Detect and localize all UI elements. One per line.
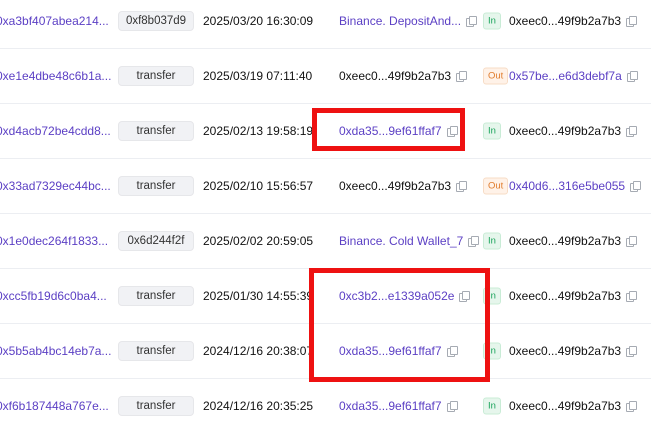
method-badge: transfer [118,120,194,141]
transactions-table: 0xa3bf407abea214... 0xf8b037d9 2025/03/2… [0,0,651,421]
copy-icon[interactable] [446,400,458,412]
table-row: 0xd4acb72be4cdd8... transfer 2025/02/13 … [0,103,651,159]
direction-badge: In [483,287,501,304]
table-row: 0xa3bf407abea214... 0xf8b037d9 2025/03/2… [0,0,651,49]
tx-hash-link[interactable]: 0x5b5ab4bc14eb7a... [0,344,111,358]
to-address: 0xeec0...49f9b2a7b3 [509,288,638,303]
method-badge: 0xf8b037d9 [118,10,194,31]
from-address: Binance. DepositAnd... [339,14,478,28]
to-address: 0xeec0...49f9b2a7b3 [509,398,638,413]
copy-icon[interactable] [626,290,638,302]
copy-icon[interactable] [446,345,458,357]
tx-date: 2025/02/02 20:59:05 [203,233,314,248]
copy-icon[interactable] [446,125,458,137]
direction-badge: In [483,342,501,359]
to-address: 0x40d6...316e5be055 [509,179,642,193]
from-address: 0xda35...9ef61ffaf7 [339,344,458,358]
to-address: 0xeec0...49f9b2a7b3 [509,13,638,28]
to-address-text: 0xeec0...49f9b2a7b3 [509,233,622,248]
from-address-text: 0xeec0...49f9b2a7b3 [339,68,452,83]
method-badge: transfer [118,395,194,416]
copy-icon[interactable] [466,15,478,27]
copy-icon[interactable] [468,235,480,247]
copy-icon[interactable] [456,70,468,82]
copy-icon[interactable] [626,235,638,247]
method-badge: 0x6d244f2f [118,230,194,251]
from-address: 0xc3b2...e1339a052e [339,289,471,303]
tx-hash-link[interactable]: 0x1e0dec264f1833... [0,234,108,248]
tx-hash-link[interactable]: 0xd4acb72be4cdd8... [0,124,111,138]
to-address-link[interactable]: 0x40d6...316e5be055 [509,179,625,193]
tx-date: 2025/02/10 15:56:57 [203,178,314,193]
from-address: 0xda35...9ef61ffaf7 [339,124,458,138]
tx-hash-link[interactable]: 0xf6b187448a767e... [0,399,109,413]
table-row: 0x5b5ab4bc14eb7a... transfer 2024/12/16 … [0,323,651,379]
tx-hash-link[interactable]: 0xa3bf407abea214... [0,14,109,28]
to-address-text: 0xeec0...49f9b2a7b3 [509,13,622,28]
tx-date: 2024/12/16 20:35:25 [203,398,314,413]
table-row: 0xe1e4dbe48c6b1a... transfer 2025/03/19 … [0,48,651,104]
from-address: 0xda35...9ef61ffaf7 [339,399,458,413]
copy-icon[interactable] [626,125,638,137]
copy-icon[interactable] [626,15,638,27]
to-address-link[interactable]: 0x57be...e6d3debf7a [509,69,622,83]
direction-badge: In [483,397,501,414]
tx-hash-link[interactable]: 0xcc5fb19d6c0ba4... [0,289,107,303]
tx-date: 2025/01/30 14:55:39 [203,288,314,303]
from-address-link[interactable]: 0xda35...9ef61ffaf7 [339,399,442,413]
tx-hash-link[interactable]: 0x33ad7329ec44bc... [0,179,111,193]
from-address-link[interactable]: Binance. Cold Wallet_7 [339,234,463,248]
direction-badge: Out [483,177,509,194]
copy-icon[interactable] [456,180,468,192]
copy-icon[interactable] [626,70,638,82]
to-address-text: 0xeec0...49f9b2a7b3 [509,398,622,413]
to-address-text: 0xeec0...49f9b2a7b3 [509,123,622,138]
from-address-link[interactable]: 0xc3b2...e1339a052e [339,289,454,303]
copy-icon[interactable] [459,290,471,302]
from-address: 0xeec0...49f9b2a7b3 [339,68,468,83]
from-address-link[interactable]: 0xda35...9ef61ffaf7 [339,124,442,138]
method-badge: transfer [118,175,194,196]
copy-icon[interactable] [626,400,638,412]
direction-badge: In [483,122,501,139]
tx-date: 2025/02/13 19:58:19 [203,123,314,138]
tx-hash-link[interactable]: 0xe1e4dbe48c6b1a... [0,69,111,83]
table-row: 0x33ad7329ec44bc... transfer 2025/02/10 … [0,158,651,214]
tx-date: 2025/03/19 07:11:40 [203,68,313,83]
method-badge: transfer [118,340,194,361]
method-badge: transfer [118,285,194,306]
table-row: 0xf6b187448a767e... transfer 2024/12/16 … [0,378,651,421]
from-address-text: 0xeec0...49f9b2a7b3 [339,178,452,193]
direction-badge: In [483,232,501,249]
to-address-text: 0xeec0...49f9b2a7b3 [509,288,622,303]
direction-badge: In [483,12,501,29]
copy-icon[interactable] [626,345,638,357]
table-row: 0x1e0dec264f1833... 0x6d244f2f 2025/02/0… [0,213,651,269]
to-address: 0xeec0...49f9b2a7b3 [509,343,638,358]
tx-date: 2025/03/20 16:30:09 [203,13,314,28]
from-address: Binance. Cold Wallet_7 [339,234,480,248]
method-badge: transfer [118,65,194,86]
from-address-link[interactable]: Binance. DepositAnd... [339,14,461,28]
table-row: 0xcc5fb19d6c0ba4... transfer 2025/01/30 … [0,268,651,324]
copy-icon[interactable] [630,180,642,192]
to-address: 0xeec0...49f9b2a7b3 [509,123,638,138]
to-address: 0xeec0...49f9b2a7b3 [509,233,638,248]
from-address: 0xeec0...49f9b2a7b3 [339,178,468,193]
tx-date: 2024/12/16 20:38:07 [203,343,314,358]
direction-badge: Out [483,67,509,84]
to-address-text: 0xeec0...49f9b2a7b3 [509,343,622,358]
to-address: 0x57be...e6d3debf7a [509,69,638,83]
from-address-link[interactable]: 0xda35...9ef61ffaf7 [339,344,442,358]
